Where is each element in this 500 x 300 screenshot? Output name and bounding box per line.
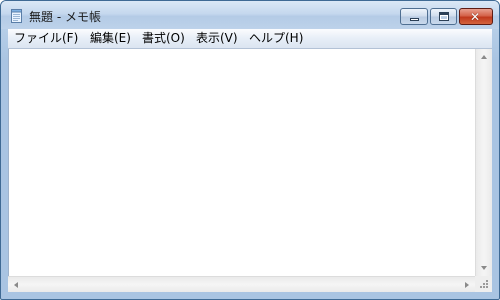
window-title: 無題 - メモ帳 [29, 10, 101, 24]
arrow-down-icon[interactable] [481, 266, 487, 270]
maximize-icon [439, 12, 449, 21]
menu-edit[interactable]: 編集(E) [90, 31, 131, 46]
menu-format[interactable]: 書式(O) [142, 31, 185, 46]
minimize-icon [410, 18, 419, 21]
resize-grip-icon[interactable] [475, 276, 492, 292]
title-bar[interactable]: 無題 - メモ帳 ✕ [1, 1, 499, 29]
text-editor[interactable] [8, 49, 476, 276]
menu-help[interactable]: ヘルプ(H) [249, 31, 303, 46]
menu-bar: ファイル(F) 編集(E) 書式(O) 表示(V) ヘルプ(H) [8, 29, 492, 49]
menu-file[interactable]: ファイル(F) [14, 31, 78, 46]
minimize-button[interactable] [400, 8, 428, 25]
arrow-right-icon[interactable] [465, 282, 469, 288]
arrow-left-icon[interactable] [14, 282, 18, 288]
maximize-button[interactable] [430, 8, 457, 25]
notepad-window: 無題 - メモ帳 ✕ ファイル(F) 編集(E) 書式(O) 表示(V) ヘルプ… [0, 0, 500, 300]
menu-view[interactable]: 表示(V) [196, 31, 238, 46]
vertical-scrollbar[interactable] [475, 49, 492, 276]
arrow-up-icon[interactable] [481, 55, 487, 59]
close-button[interactable]: ✕ [459, 8, 493, 25]
notepad-icon [11, 9, 22, 23]
horizontal-scrollbar[interactable] [8, 276, 475, 292]
close-icon: ✕ [470, 10, 481, 24]
